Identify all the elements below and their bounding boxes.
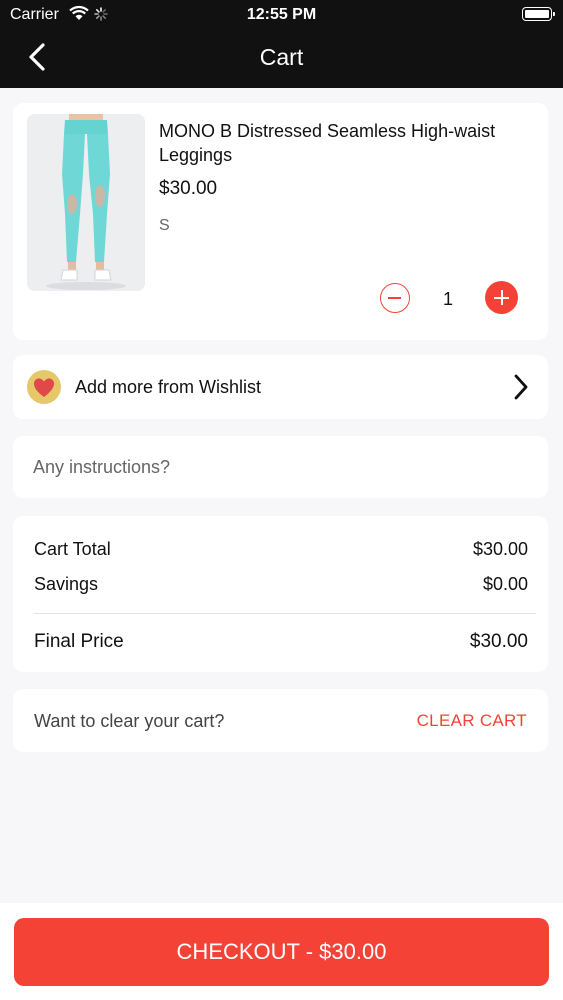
quantity-value: 1 — [442, 289, 453, 309]
divider — [34, 613, 536, 614]
checkout-bar: CHECKOUT - $30.00 — [0, 903, 563, 1000]
product-size: S — [159, 217, 170, 234]
final-price-label: Final Price — [34, 631, 124, 652]
increase-quantity-button[interactable] — [485, 281, 518, 314]
clear-cart-question: Want to clear your cart? — [34, 711, 225, 731]
top-bar: Carrier 12:55 PM Cart — [0, 0, 563, 88]
price-summary-card: Cart Total $30.00 Savings $0.00 Final Pr… — [13, 516, 548, 672]
savings-value: $0.00 — [482, 574, 528, 594]
decrease-quantity-button[interactable] — [380, 283, 410, 313]
cart-total-value: $30.00 — [472, 539, 528, 559]
instructions-input[interactable] — [33, 436, 533, 498]
cart-total-label: Cart Total — [34, 539, 111, 559]
final-price-value: $30.00 — [469, 631, 528, 652]
battery-icon — [522, 7, 555, 21]
clear-cart-card: Want to clear your cart? CLEAR CART — [13, 689, 548, 752]
product-price: $30.00 — [159, 178, 218, 199]
status-bar: Carrier 12:55 PM — [0, 0, 563, 30]
cart-item-card: MONO B Distressed Seamless High-waist Le… — [13, 103, 548, 340]
product-name[interactable]: MONO B Distressed Seamless High-waist Le… — [159, 119, 529, 167]
cart-screen: Carrier 12:55 PM Cart MONO B Distressed … — [0, 0, 563, 1000]
page-title: Cart — [259, 44, 304, 70]
savings-label: Savings — [34, 574, 99, 594]
heart-icon — [27, 370, 61, 404]
product-image[interactable] — [27, 114, 145, 291]
status-time: 12:55 PM — [246, 6, 317, 23]
wishlist-label: Add more from Wishlist — [75, 377, 262, 397]
checkout-button[interactable]: CHECKOUT - $30.00 — [14, 918, 549, 986]
add-from-wishlist-row[interactable]: Add more from Wishlist — [13, 355, 548, 419]
instructions-card — [13, 436, 548, 498]
clear-cart-button[interactable]: CLEAR CART — [417, 711, 527, 731]
chevron-right-icon — [511, 373, 531, 401]
